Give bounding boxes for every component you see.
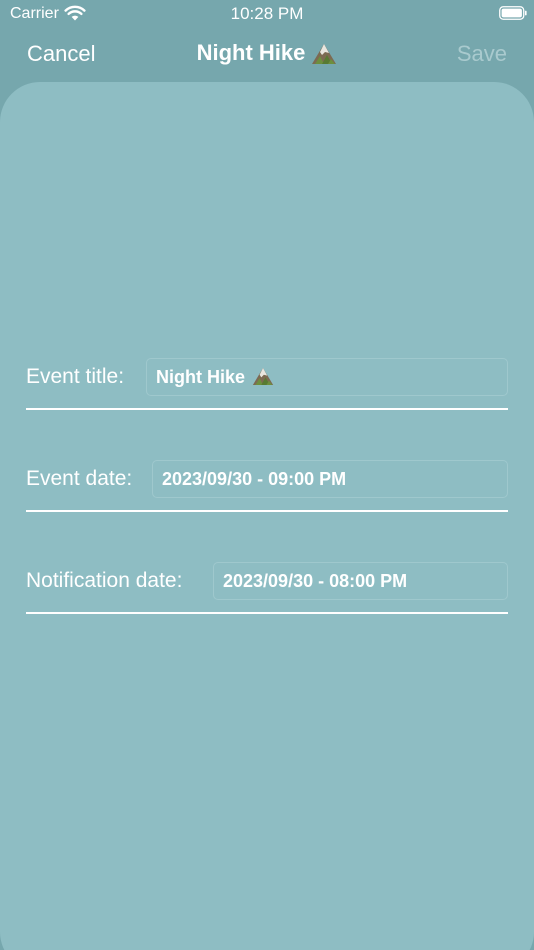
status-bar: Carrier 10:28 PM xyxy=(0,0,534,28)
notification-date-value: 2023/09/30 - 08:00 PM xyxy=(223,571,408,591)
mountain-emoji-icon xyxy=(252,368,274,386)
event-title-value: Night Hike xyxy=(156,367,246,387)
event-title-label: Event title: xyxy=(26,365,125,388)
battery-icon xyxy=(499,6,527,20)
mountain-emoji-icon xyxy=(312,44,337,65)
page-title-text: Night Hike xyxy=(196,40,306,65)
event-date-row: Event date: 2023/09/30 - 09:00 PM xyxy=(26,460,508,512)
notification-date-label: Notification date: xyxy=(26,569,183,592)
event-date-label: Event date: xyxy=(26,467,133,490)
notification-date-row: Notification date: 2023/09/30 - 08:00 PM xyxy=(26,562,508,614)
page-title: Night Hike xyxy=(0,40,534,66)
form-card: Event title: Night Hike Event date: 2023… xyxy=(0,82,534,950)
notification-date-picker[interactable]: 2023/09/30 - 08:00 PM xyxy=(213,562,508,600)
event-title-row: Event title: Night Hike xyxy=(26,358,508,410)
navigation-bar: Cancel Night Hike Save xyxy=(0,28,534,82)
event-date-picker[interactable]: 2023/09/30 - 09:00 PM xyxy=(152,460,508,498)
event-title-input[interactable]: Night Hike xyxy=(146,358,508,396)
event-date-value: 2023/09/30 - 09:00 PM xyxy=(162,469,347,489)
save-button[interactable]: Save xyxy=(457,41,507,67)
status-time: 10:28 PM xyxy=(230,4,304,23)
